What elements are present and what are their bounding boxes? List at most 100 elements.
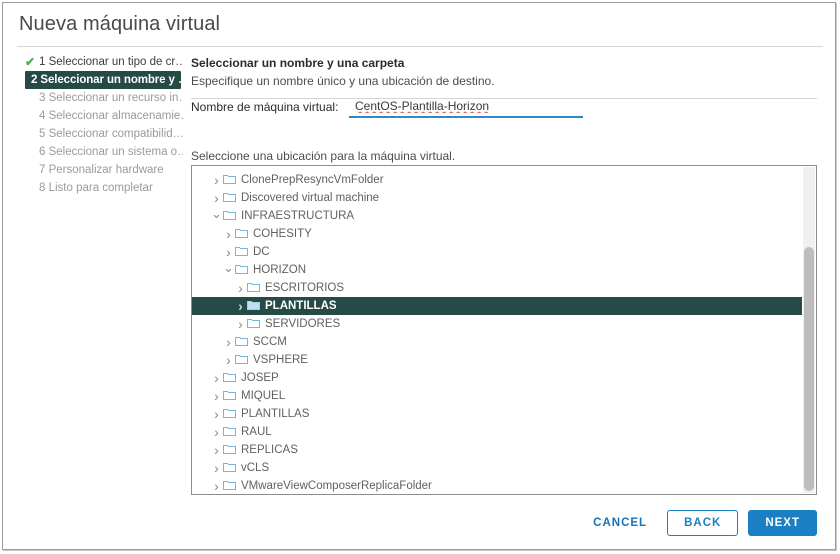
tree-item-label: VSPHERE [253, 354, 308, 366]
tree-row[interactable]: › RAUL [192, 423, 802, 441]
chevron-right-icon[interactable]: › [222, 225, 235, 243]
chevron-right-icon[interactable]: › [234, 315, 247, 333]
title-divider [17, 46, 823, 47]
folder-icon [223, 174, 236, 184]
chevron-right-icon[interactable]: › [210, 405, 223, 423]
chevron-right-icon[interactable]: › [234, 297, 247, 315]
new-vm-wizard-dialog: Nueva máquina virtual ✔ 1 Seleccionar un … [2, 2, 836, 550]
wizard-step-5[interactable]: 5 Seleccionar compatibilid… [25, 125, 183, 143]
tree-row[interactable]: › MIQUEL [192, 387, 802, 405]
folder-icon [223, 444, 236, 454]
next-button[interactable]: NEXT [748, 510, 817, 536]
wizard-step-label: 2 Seleccionar un nombre y … [31, 74, 181, 86]
tree-item-label: DC [253, 246, 270, 258]
tree-row[interactable]: ⌄ HORIZON [192, 261, 802, 279]
chevron-right-icon[interactable]: › [210, 459, 223, 477]
wizard-step-label: 6 Seleccionar un sistema o… [39, 146, 183, 158]
wizard-step-list: ✔ 1 Seleccionar un tipo de cr… 2 Seleccion… [25, 53, 183, 197]
tree-row[interactable]: › DC [192, 243, 802, 261]
pane-subtitle: Especifique un nombre único y una ubicac… [191, 74, 495, 88]
folder-icon [223, 210, 236, 220]
tree-item-label: SERVIDORES [265, 318, 341, 330]
tree-item-label: ESCRITORIOS [265, 282, 345, 294]
tree-item-label: VMwareViewComposerReplicaFolder [241, 480, 432, 492]
wizard-step-label: 8 Listo para completar [39, 182, 153, 194]
tree-row[interactable]: › VMwareViewComposerReplicaFolder [192, 477, 802, 494]
vm-name-row: Nombre de máquina virtual: [191, 99, 821, 121]
tree-row[interactable]: › vCLS [192, 459, 802, 477]
tree-row[interactable]: › SERVIDORES [192, 315, 802, 333]
wizard-step-6[interactable]: 6 Seleccionar un sistema o… [25, 143, 183, 161]
wizard-step-label: 1 Seleccionar un tipo de cr… [39, 56, 183, 68]
tree-row[interactable]: › COHESITY [192, 225, 802, 243]
back-button[interactable]: BACK [667, 510, 739, 536]
tree-item-label: PLANTILLAS [265, 300, 337, 312]
chevron-right-icon[interactable]: › [222, 243, 235, 261]
chevron-right-icon[interactable]: › [210, 441, 223, 459]
tree-item-label: INFRAESTRUCTURA [241, 210, 355, 222]
tree-row[interactable]: › VSPHERE [192, 351, 802, 369]
chevron-down-icon[interactable]: ⌄ [222, 261, 235, 274]
folder-icon [247, 318, 260, 328]
folder-icon [235, 228, 248, 238]
chevron-right-icon[interactable]: › [234, 279, 247, 297]
chevron-down-icon[interactable]: ⌄ [210, 207, 223, 220]
tree-row-selected[interactable]: › PLANTILLAS [192, 297, 802, 315]
folder-icon [235, 264, 248, 274]
tree-row[interactable]: › JOSEP [192, 369, 802, 387]
tree-row[interactable]: › ESCRITORIOS [192, 279, 802, 297]
tree-item-label: PLANTILLAS [241, 408, 310, 420]
cancel-button[interactable]: CANCEL [583, 511, 657, 535]
tree-row[interactable]: ⌄ INFRAESTRUCTURA [192, 207, 802, 225]
tree-row[interactable]: › PLANTILLAS [192, 405, 802, 423]
folder-icon [223, 480, 236, 490]
pane-header: Seleccionar un nombre y una carpeta Espe… [191, 55, 817, 99]
vm-name-label: Nombre de máquina virtual: [191, 100, 339, 114]
wizard-step-label: 7 Personalizar hardware [39, 164, 164, 176]
tree-scrollbar-thumb[interactable] [804, 247, 814, 491]
dialog-footer: CANCEL BACK NEXT [583, 508, 817, 538]
chevron-right-icon[interactable]: › [210, 171, 223, 189]
chevron-right-icon[interactable]: › [210, 477, 223, 494]
tree-item-label: REPLICAS [241, 444, 298, 456]
page-title: Nueva máquina virtual [19, 13, 221, 35]
wizard-step-7[interactable]: 7 Personalizar hardware [25, 161, 183, 179]
wizard-step-1[interactable]: ✔ 1 Seleccionar un tipo de cr… [25, 53, 183, 71]
pane-title: Seleccionar un nombre y una carpeta [191, 56, 405, 70]
tree-item-label: SCCM [253, 336, 287, 348]
folder-icon [223, 462, 236, 472]
tree-item-label: JOSEP [241, 372, 279, 384]
folder-tree-box: › ClonePrepResyncVmFolder › Discovered virt… [191, 165, 817, 495]
folder-icon [223, 390, 236, 400]
check-icon: ✔ [25, 55, 36, 69]
folder-icon [223, 426, 236, 436]
wizard-step-4[interactable]: 4 Seleccionar almacenamie… [25, 107, 183, 125]
folder-icon [235, 354, 248, 364]
wizard-step-label: 5 Seleccionar compatibilid… [39, 128, 183, 140]
tree-row[interactable]: › REPLICAS [192, 441, 802, 459]
folder-icon [235, 246, 248, 256]
chevron-right-icon[interactable]: › [210, 387, 223, 405]
folder-tree: › ClonePrepResyncVmFolder › Discovered virt… [192, 166, 802, 494]
tree-item-label: MIQUEL [241, 390, 286, 402]
tree-item-label: HORIZON [253, 264, 307, 276]
folder-icon [235, 336, 248, 346]
location-caption: Seleccione una ubicación para la máquina… [191, 149, 456, 163]
folder-icon [223, 408, 236, 418]
wizard-step-label: 3 Seleccionar un recurso in… [39, 92, 183, 104]
chevron-right-icon[interactable]: › [210, 369, 223, 387]
chevron-right-icon[interactable]: › [222, 351, 235, 369]
tree-row[interactable]: › ClonePrepResyncVmFolder [192, 171, 802, 189]
wizard-step-8[interactable]: 8 Listo para completar [25, 179, 183, 197]
chevron-right-icon[interactable]: › [222, 333, 235, 351]
tree-row[interactable]: › Discovered virtual machine [192, 189, 802, 207]
wizard-step-label: 4 Seleccionar almacenamie… [39, 110, 183, 122]
vm-name-input[interactable] [349, 99, 583, 118]
tree-row[interactable]: › SCCM [192, 333, 802, 351]
tree-scrollbar-track[interactable] [803, 167, 815, 493]
wizard-step-3[interactable]: 3 Seleccionar un recurso in… [25, 89, 183, 107]
chevron-right-icon[interactable]: › [210, 423, 223, 441]
tree-item-label: Discovered virtual machine [241, 192, 380, 204]
wizard-step-2[interactable]: 2 Seleccionar un nombre y … [25, 71, 181, 89]
chevron-right-icon[interactable]: › [210, 189, 223, 207]
